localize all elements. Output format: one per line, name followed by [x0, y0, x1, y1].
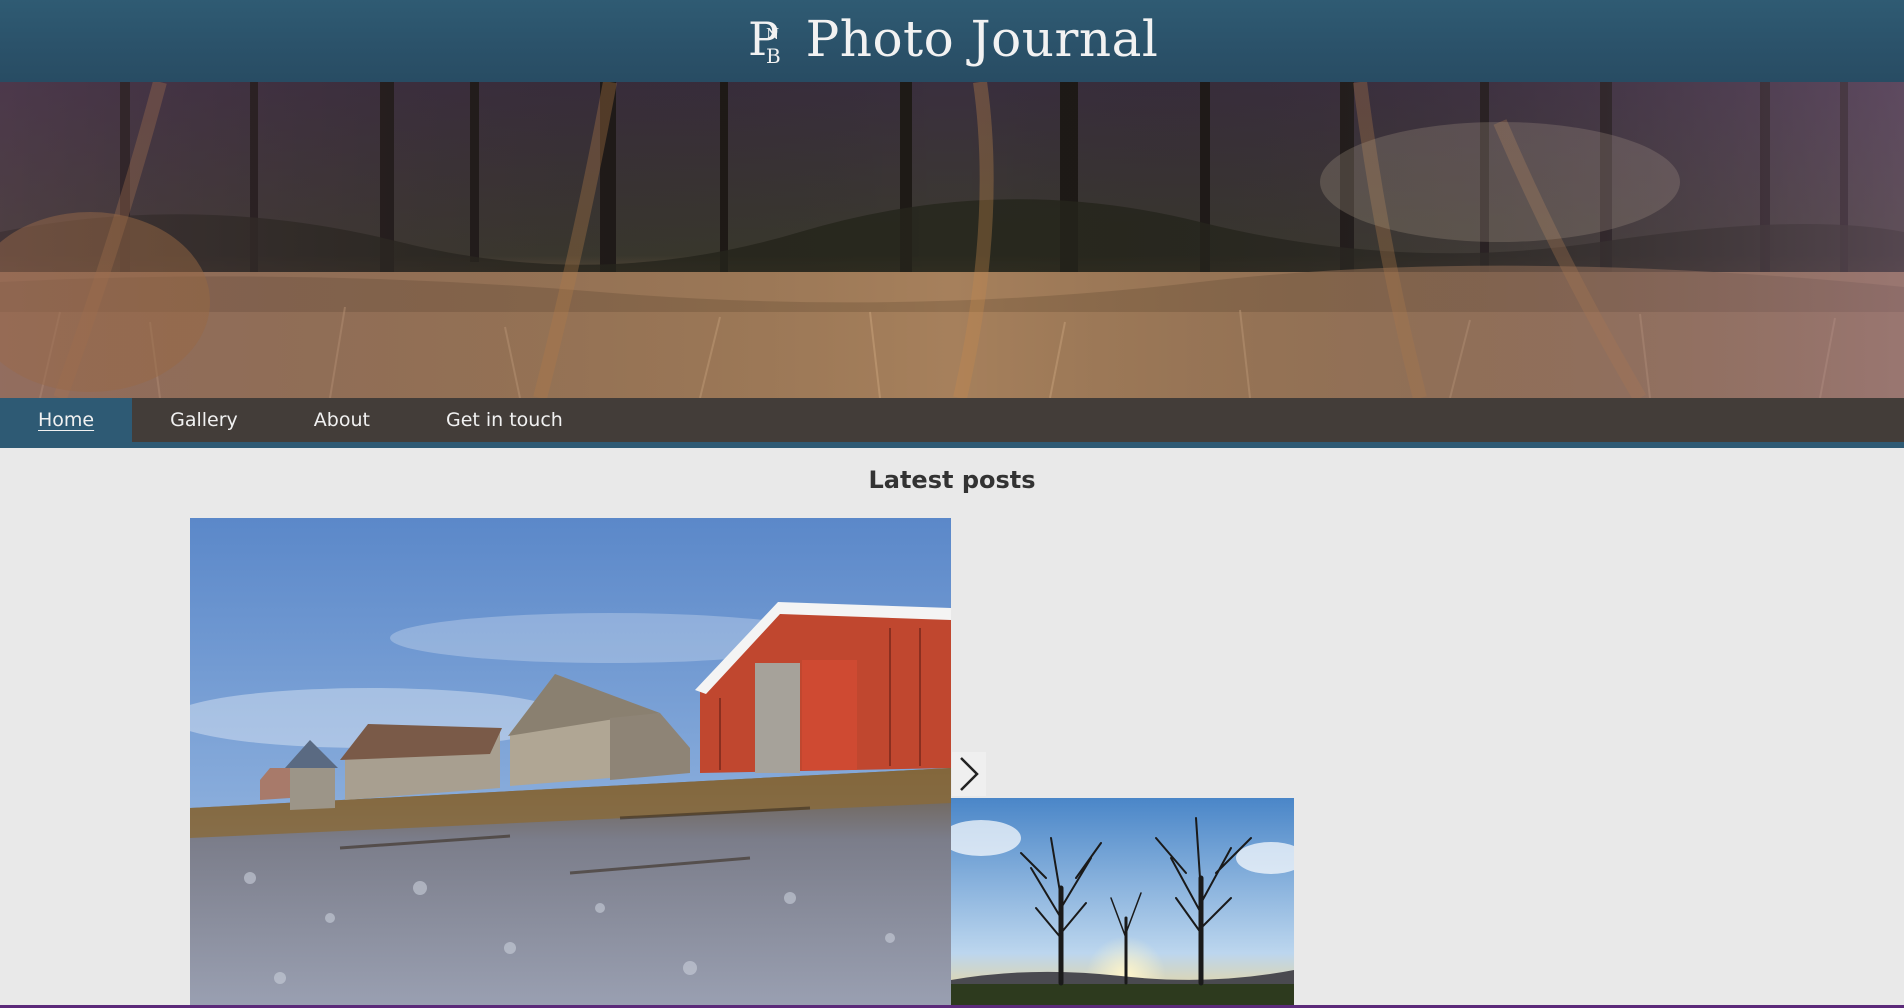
brand[interactable]: P N B Photo Journal [0, 0, 1904, 82]
site-header: P N B Photo Journal [0, 0, 1904, 82]
svg-text:B: B [766, 44, 781, 68]
nav-gallery[interactable]: Gallery [132, 398, 276, 442]
chevron-right-icon [960, 757, 979, 791]
nav-home[interactable]: Home [0, 398, 133, 442]
site-title: Photo Journal [805, 10, 1159, 68]
main-nav: Home Gallery About Get in touch [0, 398, 1904, 448]
post-image-trees-sunset[interactable] [951, 798, 1294, 1005]
section-title: Latest posts [868, 466, 1036, 494]
hero-banner [0, 82, 1904, 398]
logo-icon: P N B [748, 12, 781, 68]
svg-text:N: N [766, 25, 779, 43]
post-image-boathouses[interactable] [190, 518, 951, 1008]
nav-about[interactable]: About [276, 398, 408, 442]
nav-get-in-touch[interactable]: Get in touch [408, 398, 601, 442]
carousel-next-button[interactable] [952, 752, 986, 796]
